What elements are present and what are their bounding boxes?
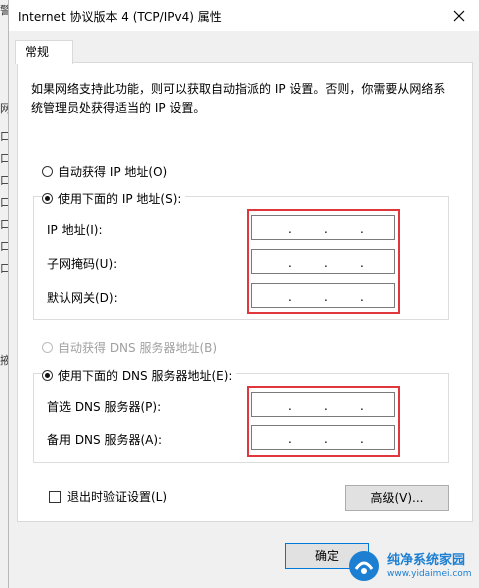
- background-text: 掖: [0, 354, 8, 367]
- tab-strip: 常规: [9, 31, 479, 64]
- preferred-dns-label: 首选 DNS 服务器(P):: [47, 400, 162, 414]
- radio-auto-ip-label: 自动获得 IP 地址(O): [58, 165, 168, 179]
- advanced-button[interactable]: 高级(V)...: [345, 485, 449, 511]
- checkbox-box[interactable]: [49, 490, 61, 503]
- title-bar[interactable]: Internet 协议版本 4 (TCP/IPv4) 属性: [9, 0, 479, 31]
- ipv4-properties-dialog: Internet 协议版本 4 (TCP/IPv4) 属性 常规 如果网络支持此…: [8, 0, 479, 588]
- background-text: 口: [0, 174, 8, 187]
- background-text: 口: [0, 130, 8, 143]
- background-text: 口: [0, 196, 8, 209]
- radio-auto-ip[interactable]: 自动获得 IP 地址(O): [42, 163, 167, 180]
- radio-auto-ip-button[interactable]: [42, 166, 53, 177]
- background-text: 口: [0, 240, 8, 253]
- radio-manual-dns-button[interactable]: [42, 370, 53, 381]
- validate-on-exit-checkbox[interactable]: 退出时验证设置(L): [49, 488, 167, 505]
- window-title: Internet 协议版本 4 (TCP/IPv4) 属性: [18, 10, 222, 24]
- highlight-ip-box: [247, 209, 400, 314]
- watermark: 纯净系统家园 www.yidaimei.com: [347, 548, 473, 584]
- radio-manual-ip-button[interactable]: [42, 193, 53, 204]
- radio-auto-dns-label: 自动获得 DNS 服务器地址(B): [58, 341, 218, 355]
- background-text: 警: [0, 4, 8, 17]
- ip-address-label: IP 地址(I):: [47, 223, 103, 237]
- highlight-dns-box: [247, 386, 400, 457]
- background-text: 口: [0, 152, 8, 165]
- intro-text: 如果网络支持此功能，则可以获取自动指派的 IP 设置。否则，你需要从网络系统管理…: [31, 82, 446, 115]
- background-text: 口: [0, 218, 8, 231]
- radio-manual-ip-label: 使用下面的 IP 地址(S):: [58, 192, 182, 206]
- tab-general[interactable]: 常规: [15, 40, 73, 64]
- radio-manual-dns[interactable]: 使用下面的 DNS 服务器地址(E):: [42, 367, 237, 384]
- close-button[interactable]: [444, 4, 474, 28]
- radio-manual-ip[interactable]: 使用下面的 IP 地址(S):: [42, 190, 186, 207]
- default-gateway-label: 默认网关(D):: [47, 291, 118, 305]
- radio-auto-dns[interactable]: 自动获得 DNS 服务器地址(B): [42, 339, 217, 356]
- validate-on-exit-label: 退出时验证设置(L): [67, 490, 168, 504]
- background-text: 网: [0, 102, 8, 115]
- alternate-dns-label: 备用 DNS 服务器(A):: [47, 433, 163, 447]
- subnet-mask-label: 子网掩码(U):: [47, 257, 118, 271]
- close-icon: [453, 10, 465, 22]
- radio-auto-dns-button[interactable]: [42, 342, 53, 353]
- watermark-title: 纯净系统家园: [387, 552, 466, 568]
- watermark-logo-icon: [349, 551, 379, 581]
- background-text: 口: [0, 262, 8, 275]
- watermark-url: www.yidaimei.com: [387, 568, 472, 579]
- radio-manual-dns-label: 使用下面的 DNS 服务器地址(E):: [58, 369, 233, 383]
